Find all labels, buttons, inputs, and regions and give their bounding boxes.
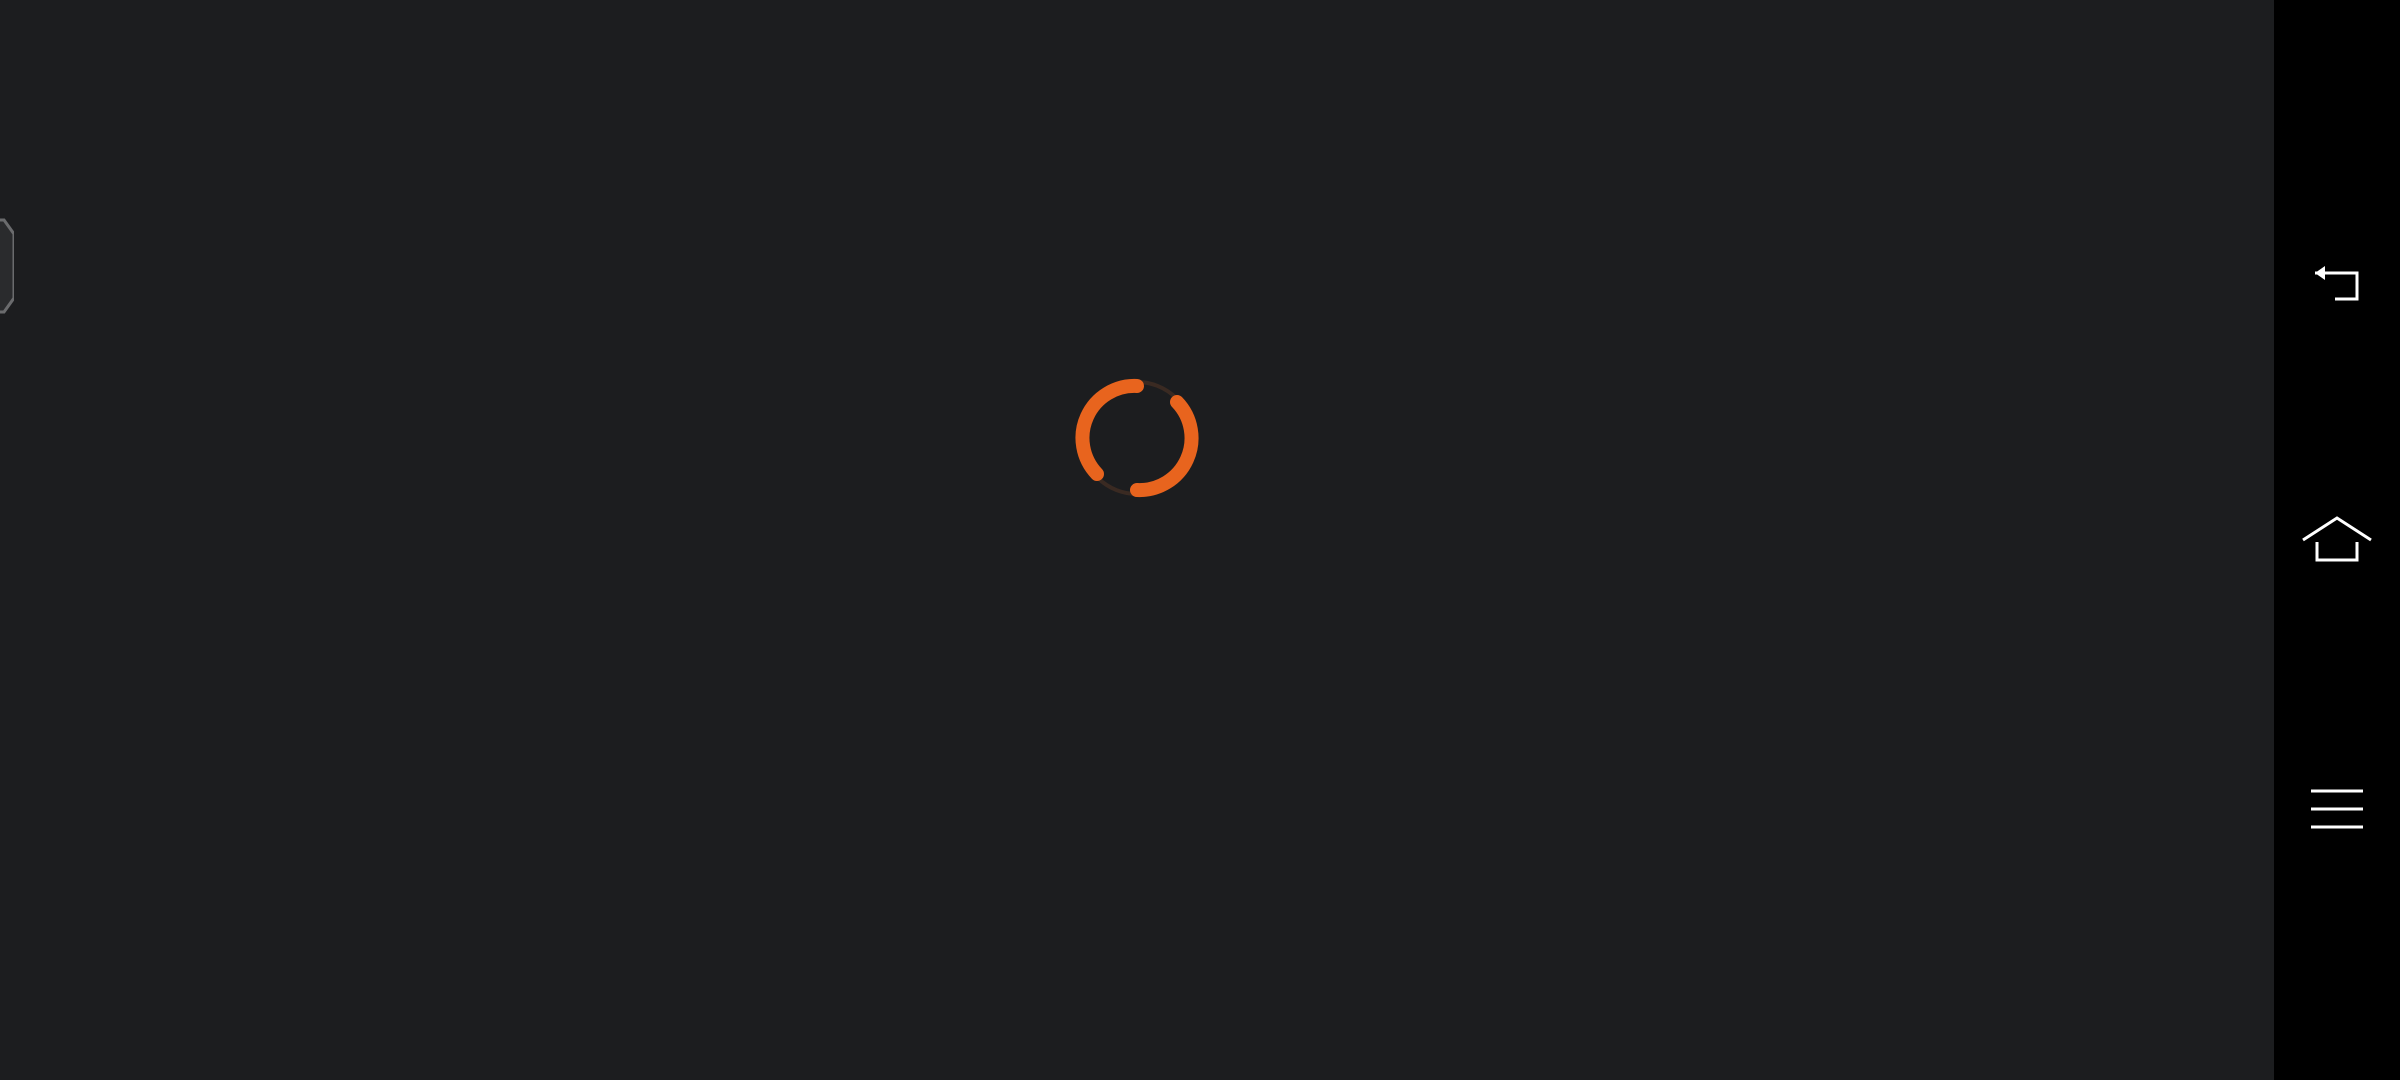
back-button[interactable]	[2274, 229, 2400, 339]
home-button[interactable]	[2274, 485, 2400, 595]
app-content-area	[0, 0, 2274, 1080]
recents-icon	[2311, 789, 2363, 829]
navigation-bar	[2274, 0, 2400, 1080]
recents-button[interactable]	[2274, 754, 2400, 864]
back-icon	[2315, 266, 2359, 301]
home-icon	[2302, 516, 2372, 562]
device-screen	[0, 0, 2400, 1080]
loading-spinner	[1073, 374, 1201, 502]
edge-panel-handle[interactable]	[0, 212, 16, 320]
edge-panel-handle-icon	[0, 218, 16, 314]
loading-spinner-icon	[1075, 378, 1199, 498]
